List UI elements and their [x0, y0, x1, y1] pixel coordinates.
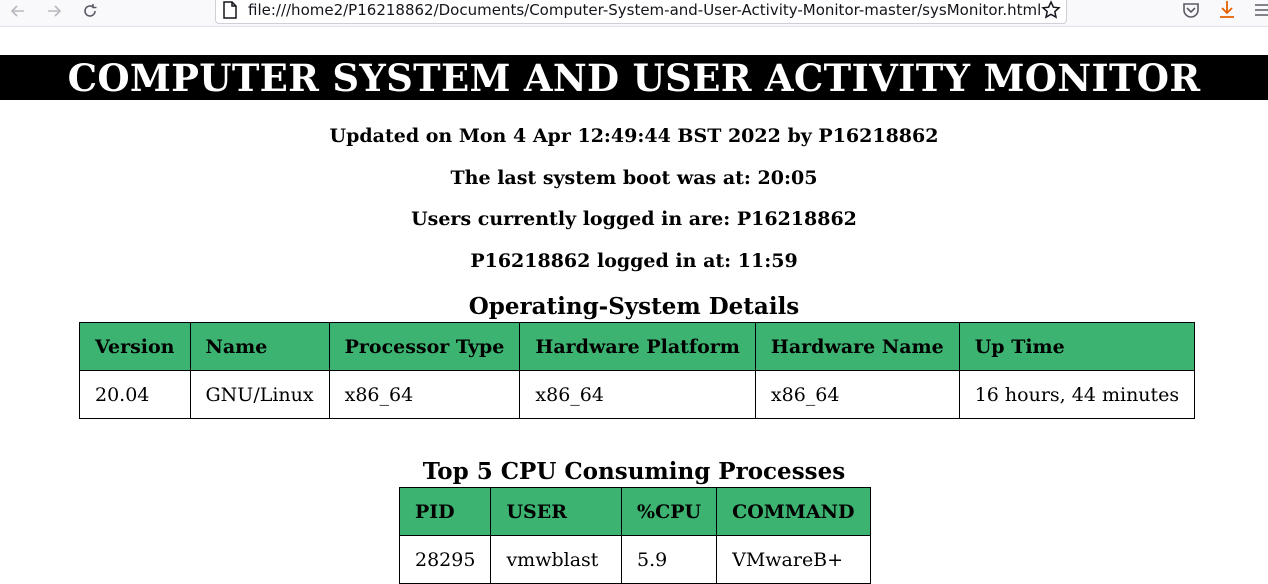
last-boot-line: The last system boot was at: 20:05 — [450, 167, 818, 189]
column-header: Version — [79, 322, 191, 371]
column-header: Hardware Name — [754, 322, 960, 371]
table-cell: GNU/Linux — [189, 370, 330, 419]
users-logged-in-line: Users currently logged in are: P16218862 — [411, 208, 857, 230]
reload-icon[interactable] — [77, 0, 103, 22]
top-cpu-title: Top 5 CPU Consuming Processes — [422, 458, 846, 485]
arrow-right-icon[interactable] — [41, 0, 67, 22]
table-cell: 20.04 — [79, 370, 191, 419]
page-icon — [223, 1, 237, 19]
table-cell: x86_64 — [519, 370, 756, 419]
page-title: COMPUTER SYSTEM AND USER ACTIVITY MONITO… — [67, 55, 1201, 100]
table-header-row: PID USER %CPU COMMAND — [398, 487, 871, 536]
user-login-time-line: P16218862 logged in at: 11:59 — [470, 250, 798, 272]
os-details-title: Operating-System Details — [468, 293, 800, 320]
table-cell: VMwareB+ — [716, 535, 871, 584]
updated-line: Updated on Mon 4 Apr 12:49:44 BST 2022 b… — [329, 125, 939, 147]
menu-icon[interactable] — [1254, 2, 1268, 18]
url-text[interactable]: file:///home2/P16218862/Documents/Comput… — [248, 0, 1041, 22]
title-banner: COMPUTER SYSTEM AND USER ACTIVITY MONITO… — [0, 55, 1268, 100]
arrow-left-icon[interactable] — [5, 0, 31, 22]
column-header: Processor Type — [328, 322, 521, 371]
table-row: 20.04 GNU/Linux x86_64 x86_64 x86_64 16 … — [79, 370, 1196, 419]
column-header: Up Time — [958, 322, 1196, 371]
pocket-icon[interactable] — [1182, 1, 1200, 19]
star-icon[interactable] — [1041, 0, 1061, 20]
column-header: USER — [490, 487, 623, 536]
column-header: COMMAND — [716, 487, 871, 536]
column-header: PID — [398, 487, 492, 536]
column-header: Name — [189, 322, 330, 371]
table-header-row: Version Name Processor Type Hardware Pla… — [79, 322, 1196, 371]
browser-toolbar: file:///home2/P16218862/Documents/Comput… — [0, 0, 1268, 27]
table-cell: 28295 — [398, 535, 492, 584]
table-cell: x86_64 — [754, 370, 960, 419]
os-details-table: Version Name Processor Type Hardware Pla… — [79, 322, 1196, 419]
table-cell: 5.9 — [621, 535, 718, 584]
table-row: 28295 vmwblast 5.9 VMwareB+ — [398, 535, 871, 584]
column-header: Hardware Platform — [519, 322, 756, 371]
download-icon[interactable] — [1218, 0, 1236, 20]
table-cell: vmwblast — [490, 535, 623, 584]
top-cpu-table: PID USER %CPU COMMAND 28295 vmwblast 5.9… — [398, 487, 871, 584]
table-cell: 16 hours, 44 minutes — [958, 370, 1196, 419]
table-cell: x86_64 — [328, 370, 521, 419]
column-header: %CPU — [621, 487, 718, 536]
